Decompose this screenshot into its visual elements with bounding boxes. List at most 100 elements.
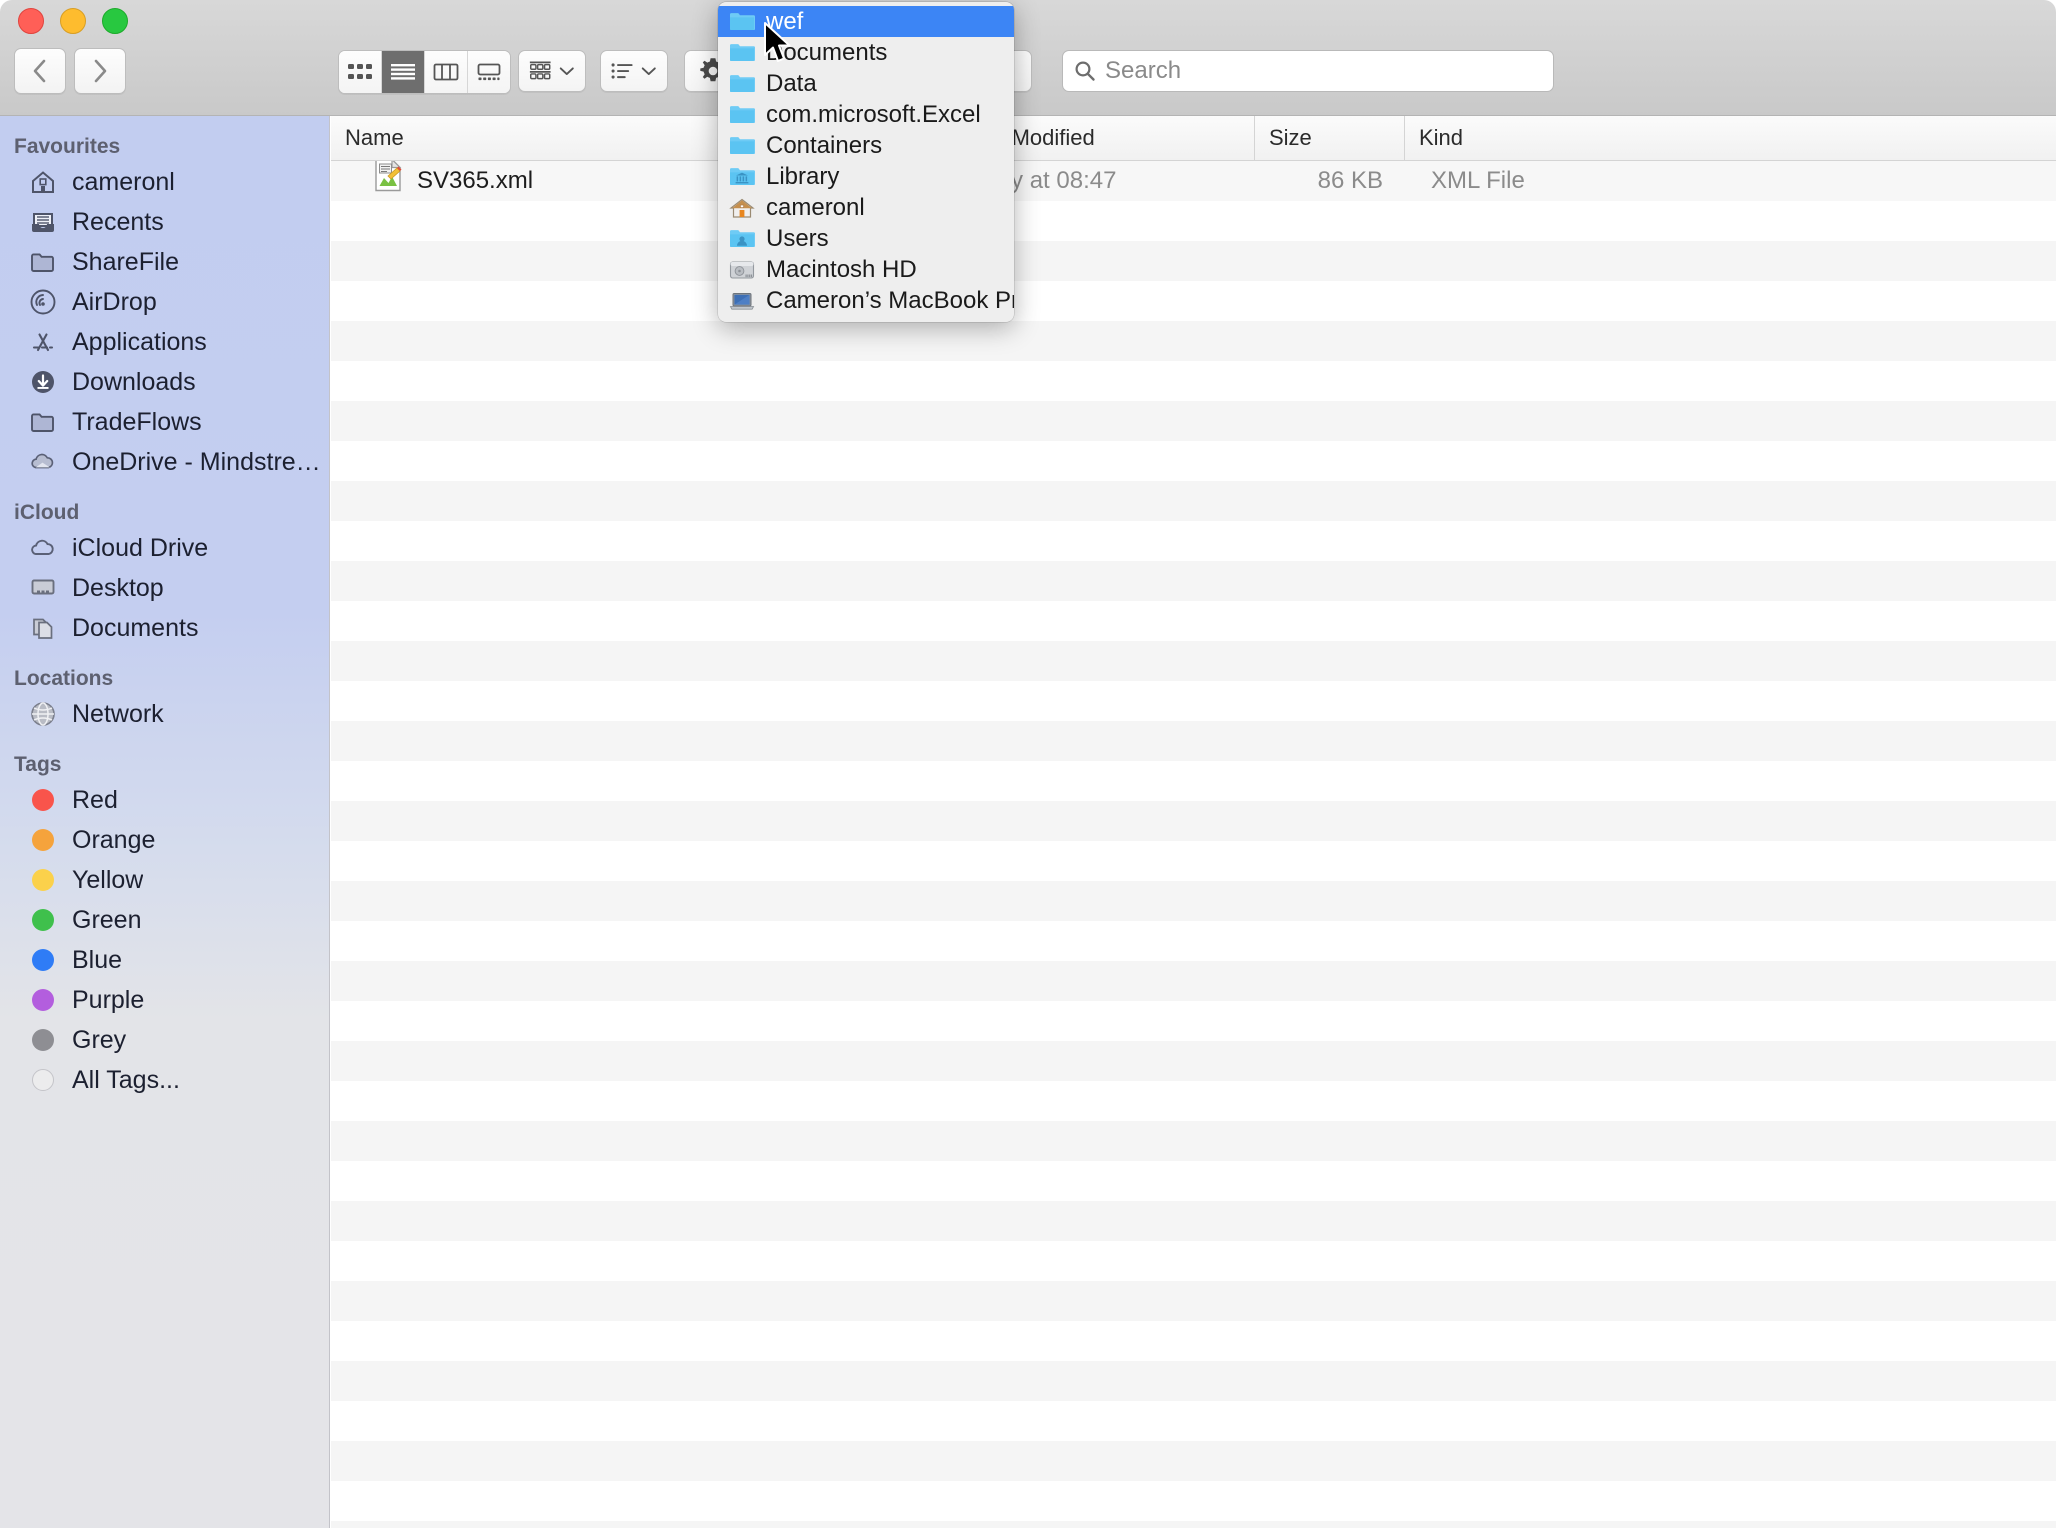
menu-item-label: Documents bbox=[766, 38, 888, 66]
sidebar-tag-grey[interactable]: Grey bbox=[0, 1020, 329, 1060]
finder-window: Search Favourites cameronl Recents Share… bbox=[0, 0, 2056, 1528]
empty-list-row bbox=[331, 1521, 2056, 1528]
sort-button[interactable] bbox=[600, 50, 668, 92]
sidebar-tag-purple[interactable]: Purple bbox=[0, 980, 329, 1020]
sidebar-tag-all-tags[interactable]: All Tags... bbox=[0, 1060, 329, 1100]
downloads-icon bbox=[28, 367, 58, 397]
sidebar-section-icloud-title: iCloud bbox=[14, 501, 80, 524]
airdrop-icon bbox=[28, 287, 58, 317]
home-icon bbox=[28, 167, 58, 197]
navigation-buttons bbox=[14, 48, 126, 94]
sidebar-tag-green[interactable]: Green bbox=[0, 900, 329, 940]
column-header-size[interactable]: Size bbox=[1255, 116, 1405, 160]
tag-color-swatch bbox=[32, 1069, 54, 1091]
column-view-button[interactable] bbox=[425, 51, 468, 93]
sidebar-item-documents[interactable]: Documents bbox=[0, 608, 329, 648]
empty-list-row bbox=[331, 201, 2056, 241]
menu-item-com-microsoft-excel[interactable]: com.microsoft.Excel bbox=[718, 99, 1014, 130]
menu-item-label: Users bbox=[766, 224, 829, 252]
sidebar-item-cameronl[interactable]: cameronl bbox=[0, 162, 329, 202]
minimize-window-button[interactable] bbox=[60, 8, 86, 34]
icon-view-icon bbox=[348, 64, 372, 79]
view-mode-segmented-control bbox=[338, 50, 511, 94]
sidebar-item-label: Recents bbox=[72, 207, 164, 236]
icon-view-button[interactable] bbox=[339, 51, 382, 93]
menu-item-documents[interactable]: Documents bbox=[718, 37, 1014, 68]
sidebar-item-desktop[interactable]: Desktop bbox=[0, 568, 329, 608]
menu-item-containers[interactable]: Containers bbox=[718, 130, 1014, 161]
empty-list-row bbox=[331, 1241, 2056, 1281]
menu-item-label: Macintosh HD bbox=[766, 255, 917, 283]
group-by-icon bbox=[529, 61, 551, 80]
menu-item-library[interactable]: Library bbox=[718, 161, 1014, 192]
tag-color-swatch bbox=[32, 829, 54, 851]
sidebar-tag-blue[interactable]: Blue bbox=[0, 940, 329, 980]
empty-list-row bbox=[331, 481, 2056, 521]
maximize-window-button[interactable] bbox=[102, 8, 128, 34]
close-window-button[interactable] bbox=[18, 8, 44, 34]
empty-list-row bbox=[331, 401, 2056, 441]
sidebar-tag-orange[interactable]: Orange bbox=[0, 820, 329, 860]
sidebar-item-icloud-drive[interactable]: iCloud Drive bbox=[0, 528, 329, 568]
sidebar-item-tradeflows[interactable]: TradeFlows bbox=[0, 402, 329, 442]
users-folder-icon bbox=[728, 227, 756, 251]
table-row[interactable]: SV365.xml Today at 08:47 86 KB XML File bbox=[331, 161, 2056, 201]
menu-item-cameron-macbook-pro[interactable]: Cameron’s MacBook Pro bbox=[718, 285, 1014, 316]
column-header-kind[interactable]: Kind bbox=[1405, 116, 2056, 160]
sidebar-item-applications[interactable]: Applications bbox=[0, 322, 329, 362]
home-icon bbox=[728, 196, 756, 220]
empty-list-row bbox=[331, 281, 2056, 321]
folder-icon bbox=[28, 247, 58, 277]
empty-list-row bbox=[331, 961, 2056, 1001]
empty-list-row bbox=[331, 1281, 2056, 1321]
sidebar-item-recents[interactable]: Recents bbox=[0, 202, 329, 242]
empty-list-row bbox=[331, 441, 2056, 481]
empty-list-row bbox=[331, 1481, 2056, 1521]
documents-icon bbox=[28, 613, 58, 643]
macbook-icon bbox=[728, 289, 756, 313]
empty-list-row bbox=[331, 641, 2056, 681]
empty-list-row bbox=[331, 801, 2056, 841]
empty-list-row bbox=[331, 1441, 2056, 1481]
list-view-button[interactable] bbox=[382, 51, 425, 93]
sidebar-tag-yellow[interactable]: Yellow bbox=[0, 860, 329, 900]
tag-color-swatch bbox=[32, 789, 54, 811]
tag-color-swatch bbox=[32, 989, 54, 1011]
chevron-right-icon bbox=[94, 59, 107, 83]
chevron-down-icon bbox=[642, 67, 657, 75]
menu-item-label: Containers bbox=[766, 131, 883, 159]
empty-list-row bbox=[331, 1081, 2056, 1121]
file-size-cell: 86 KB bbox=[1317, 167, 1383, 194]
sidebar-item-airdrop[interactable]: AirDrop bbox=[0, 282, 329, 322]
tag-dot-icon bbox=[28, 905, 58, 935]
forward-button[interactable] bbox=[74, 48, 126, 94]
menu-item-cameronl[interactable]: cameronl bbox=[718, 192, 1014, 223]
menu-item-users[interactable]: Users bbox=[718, 223, 1014, 254]
tag-dot-icon bbox=[28, 1025, 58, 1055]
sidebar-item-onedrive[interactable]: OneDrive - Mindstream An... bbox=[0, 442, 329, 482]
sidebar-tag-red[interactable]: Red bbox=[0, 780, 329, 820]
sidebar: Favourites cameronl Recents ShareFile Ai… bbox=[0, 116, 330, 1528]
list-view-icon bbox=[391, 64, 415, 80]
menu-item-macintosh-hd[interactable]: Macintosh HD bbox=[718, 254, 1014, 285]
menu-item-wef[interactable]: wef bbox=[718, 6, 1014, 37]
group-by-button[interactable] bbox=[518, 50, 586, 92]
sidebar-section-favourites-title: Favourites bbox=[14, 135, 121, 158]
chevron-left-icon bbox=[33, 59, 46, 83]
sidebar-item-downloads[interactable]: Downloads bbox=[0, 362, 329, 402]
icloud-icon bbox=[28, 533, 58, 563]
empty-list-row bbox=[331, 361, 2056, 401]
window-controls bbox=[18, 8, 128, 34]
column-headers: Name Date Modified Size Kind bbox=[331, 116, 2056, 161]
sidebar-item-network[interactable]: Network bbox=[0, 694, 329, 734]
desktop-icon bbox=[28, 573, 58, 603]
tag-color-swatch bbox=[32, 1029, 54, 1051]
empty-list-row bbox=[331, 881, 2056, 921]
sidebar-item-sharefile[interactable]: ShareFile bbox=[0, 242, 329, 282]
applications-icon bbox=[28, 327, 58, 357]
empty-list-row bbox=[331, 1161, 2056, 1201]
search-input[interactable]: Search bbox=[1062, 50, 1554, 92]
back-button[interactable] bbox=[14, 48, 66, 94]
gallery-view-button[interactable] bbox=[468, 51, 510, 93]
menu-item-data[interactable]: Data bbox=[718, 68, 1014, 99]
